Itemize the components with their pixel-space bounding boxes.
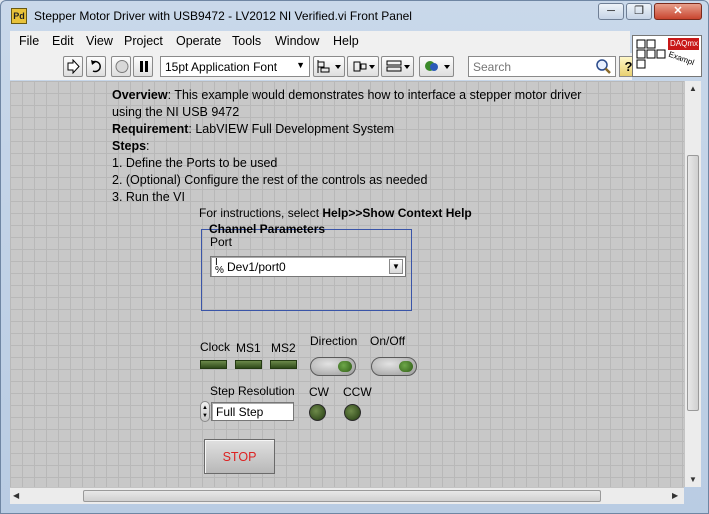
menu-bar: File Edit View Project Operate Tools Win…	[10, 31, 630, 53]
pause-icon	[140, 61, 148, 72]
menu-edit[interactable]: Edit	[52, 34, 74, 48]
restore-icon: ❐	[634, 5, 644, 17]
step-2: 2. (Optional) Configure the rest of the …	[112, 173, 428, 187]
chevron-down-icon: ▼	[296, 60, 305, 70]
menu-project[interactable]: Project	[124, 34, 163, 48]
stop-button[interactable]: STOP	[204, 439, 275, 474]
instructions-prefix: For instructions, select	[199, 206, 323, 220]
run-continuously-icon	[91, 60, 101, 73]
direction-switch-knob	[338, 361, 352, 372]
ms2-led	[270, 360, 297, 369]
vertical-scroll-thumb[interactable]	[687, 155, 699, 411]
scroll-down-icon[interactable]: ▼	[689, 475, 697, 484]
step-resolution-incdec[interactable]: ▲ ▼	[200, 401, 210, 422]
labview-vi-icon: Pd	[11, 8, 27, 24]
port-dropdown-button[interactable]: ▼	[389, 259, 403, 274]
context-help-instructions: For instructions, select Help>>Show Cont…	[199, 206, 472, 220]
run-continuously-button[interactable]	[86, 56, 106, 77]
ms1-led	[235, 360, 262, 369]
ms1-label: MS1	[236, 341, 261, 355]
io-name-icon: I%	[215, 258, 224, 276]
stop-label: STOP	[222, 450, 257, 464]
direction-switch[interactable]	[310, 357, 356, 376]
onoff-switch-knob	[399, 361, 413, 372]
horizontal-scrollbar[interactable]: ◀ ▶	[10, 487, 684, 504]
steps-label: Steps	[112, 139, 147, 153]
font-select-value: 15pt Application Font	[165, 60, 278, 74]
window-title: Stepper Motor Driver with USB9472 - LV20…	[34, 9, 412, 23]
menu-tools[interactable]: Tools	[232, 34, 261, 48]
minimize-icon: ─	[607, 5, 615, 17]
close-icon: ✕	[673, 5, 683, 17]
scroll-up-icon[interactable]: ▲	[689, 84, 697, 93]
clock-led	[200, 360, 227, 369]
cw-led	[309, 404, 326, 421]
description-text: Overview: This example would demonstrate…	[112, 87, 632, 206]
title-bar: Pd Stepper Motor Driver with USB9472 - L…	[1, 1, 708, 31]
vi-icon-logo: DAQmx Exampl	[632, 35, 702, 77]
search-icon[interactable]	[595, 58, 611, 75]
ccw-label: CCW	[343, 385, 372, 399]
requirement-text: : LabVIEW Full Development System	[188, 122, 395, 136]
abort-icon	[115, 60, 129, 73]
menu-view[interactable]: View	[86, 34, 113, 48]
menu-help[interactable]: Help	[333, 34, 359, 48]
scroll-left-icon[interactable]: ◀	[13, 491, 19, 500]
step-resolution-value: Full Step	[216, 405, 264, 419]
overview-text: : This example would demonstrates how to…	[167, 88, 582, 102]
reorder-icon	[425, 61, 450, 71]
search-box[interactable]	[468, 56, 616, 77]
requirement-label: Requirement	[112, 122, 189, 136]
overview-label: Overview	[112, 88, 168, 102]
port-label: Port	[210, 235, 233, 249]
channel-parameters-label: Channel Parameters	[209, 222, 326, 236]
steps-colon: :	[146, 139, 150, 153]
search-input[interactable]	[473, 59, 573, 74]
resize-objects-icon	[386, 60, 410, 72]
close-button[interactable]: ✕	[654, 3, 702, 20]
port-value: Dev1/port0	[227, 260, 286, 274]
direction-label: Direction	[310, 334, 358, 348]
ccw-led	[344, 404, 361, 421]
menu-operate[interactable]: Operate	[176, 34, 221, 48]
distribute-objects-icon	[353, 61, 375, 72]
step-resolution-label: Step Resolution	[210, 384, 295, 398]
align-objects-icon	[317, 60, 341, 73]
menu-file[interactable]: File	[19, 34, 39, 48]
step-resolution-control[interactable]: Full Step	[211, 402, 294, 421]
align-objects-button[interactable]	[313, 56, 345, 77]
clock-label: Clock	[200, 340, 231, 354]
run-button[interactable]	[63, 56, 83, 77]
menu-window[interactable]: Window	[275, 34, 319, 48]
run-arrow-icon	[67, 59, 80, 74]
front-panel-window: Pd Stepper Motor Driver with USB9472 - L…	[0, 0, 709, 514]
instructions-menu-path: Help>>Show Context Help	[322, 206, 472, 220]
onoff-switch[interactable]	[371, 357, 417, 376]
onoff-label: On/Off	[370, 334, 406, 348]
scroll-right-icon[interactable]: ▶	[672, 491, 678, 500]
ms2-label: MS2	[271, 341, 296, 355]
step-3: 3. Run the VI	[112, 190, 185, 204]
toolbar: 15pt Application Font ▼ ?	[10, 53, 638, 80]
restore-button[interactable]: ❐	[626, 3, 652, 20]
increment-icon: ▲	[202, 405, 208, 411]
decrement-icon: ▼	[202, 413, 208, 419]
font-select[interactable]: 15pt Application Font ▼	[160, 56, 310, 77]
logo-daqmx-text: DAQmx	[670, 39, 698, 48]
reorder-button[interactable]	[419, 56, 454, 77]
distribute-objects-button[interactable]	[347, 56, 379, 77]
resize-objects-button[interactable]	[381, 56, 414, 77]
io-glyph-bottom: %	[215, 265, 224, 276]
vertical-scrollbar[interactable]: ▲ ▼	[684, 81, 701, 487]
step-1: 1. Define the Ports to be used	[112, 156, 278, 170]
minimize-button[interactable]: ─	[598, 3, 624, 20]
horizontal-scroll-thumb[interactable]	[83, 490, 601, 502]
port-control[interactable]: I% Dev1/port0 ▼	[210, 256, 406, 277]
overview-text-cont: using the NI USB 9472	[112, 105, 240, 119]
abort-button[interactable]	[111, 56, 131, 77]
pause-button[interactable]	[133, 56, 153, 77]
cw-label: CW	[309, 385, 329, 399]
front-panel: Overview: This example would demonstrate…	[10, 81, 684, 487]
